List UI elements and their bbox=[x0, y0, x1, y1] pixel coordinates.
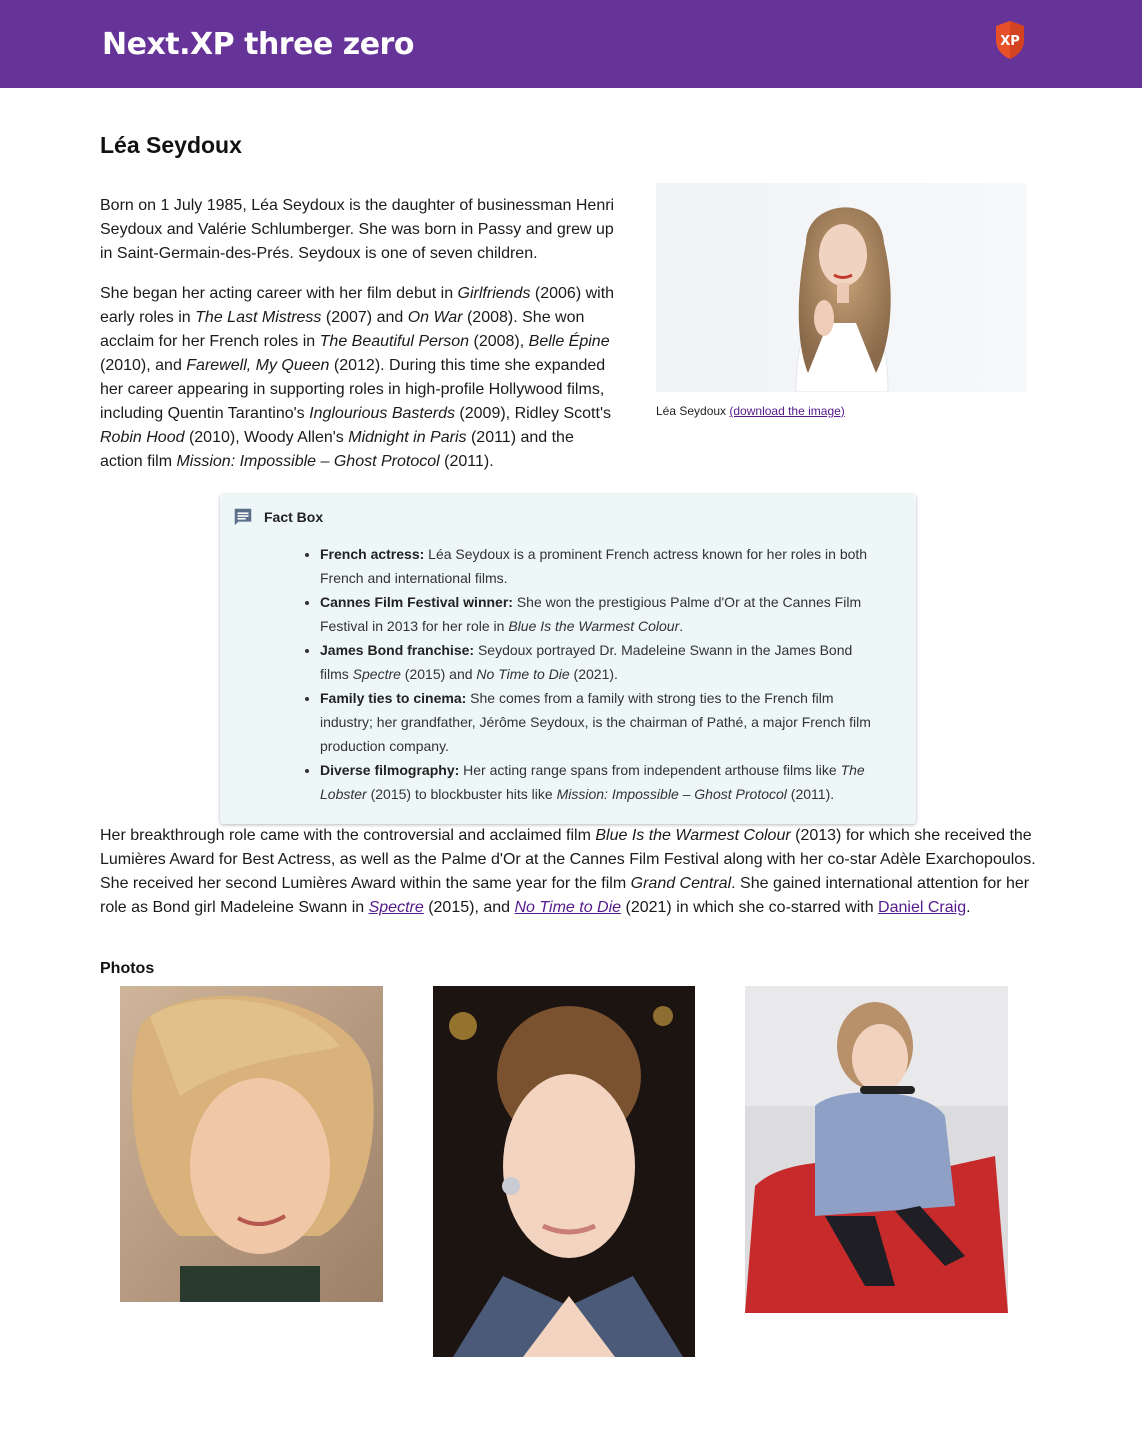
fact-box: Fact Box French actress: Léa Seydoux is … bbox=[220, 494, 916, 824]
fact-item: French actress: Léa Seydoux is a promine… bbox=[320, 542, 876, 590]
film-title: The Beautiful Person bbox=[319, 333, 470, 350]
film-title: Mission: Impossible – Ghost Protocol bbox=[556, 786, 787, 802]
text: (2011). bbox=[439, 453, 494, 470]
gallery-photo[interactable] bbox=[433, 986, 695, 1357]
page-title: Léa Seydoux bbox=[100, 132, 242, 158]
film-title: Blue Is the Warmest Colour bbox=[595, 827, 791, 844]
text: Her breakthrough role came with the cont… bbox=[100, 827, 596, 844]
fact-text: . bbox=[679, 618, 684, 634]
text: (2010), and bbox=[100, 357, 187, 374]
comment-icon bbox=[234, 508, 252, 526]
film-title: Inglourious Basterds bbox=[309, 405, 455, 422]
portrait-figure: Léa Seydoux (download the image) bbox=[656, 183, 1028, 418]
text: (2007) and bbox=[321, 309, 408, 326]
film-title: Blue Is the Warmest Colour bbox=[508, 618, 680, 634]
site-title[interactable]: Next.XP three zero bbox=[102, 27, 414, 62]
text: (2008), bbox=[469, 333, 529, 350]
fact-item: Diverse filmography: Her acting range sp… bbox=[320, 758, 876, 806]
gallery-photo[interactable] bbox=[745, 986, 1008, 1313]
caption-name: Léa Seydoux bbox=[656, 404, 730, 418]
fact-text: (2015) to blockbuster hits like bbox=[366, 786, 557, 802]
fact-item: Family ties to cinema: She comes from a … bbox=[320, 686, 876, 758]
text: (2009), Ridley Scott's bbox=[454, 405, 611, 422]
film-title: Farewell, My Queen bbox=[186, 357, 330, 374]
fact-box-title: Fact Box bbox=[264, 509, 324, 525]
film-title: Girlfriends bbox=[457, 285, 531, 302]
fact-text: Her acting range spans from independent … bbox=[459, 762, 841, 778]
photos-heading: Photos bbox=[100, 960, 155, 977]
no-time-to-die-link-text: No Time to Die bbox=[514, 899, 622, 916]
film-title: Belle Épine bbox=[528, 333, 610, 350]
fact-text: (2015) and bbox=[400, 666, 477, 682]
fact-label: French actress: bbox=[320, 546, 425, 562]
text: (2021) in which she co-starred with bbox=[621, 899, 879, 916]
fact-list: French actress: Léa Seydoux is a promine… bbox=[232, 542, 876, 806]
fact-label: Diverse filmography: bbox=[320, 762, 460, 778]
photo-gallery bbox=[100, 986, 1042, 1406]
site-header: Next.XP three zero XP bbox=[0, 0, 1142, 88]
no-time-to-die-link[interactable]: No Time to Die bbox=[514, 899, 621, 916]
fact-item: Cannes Film Festival winner: She won the… bbox=[320, 590, 876, 638]
film-title: The Last Mistress bbox=[195, 309, 322, 326]
fact-item: James Bond franchise: Seydoux portrayed … bbox=[320, 638, 876, 686]
intro-section: Léa Seydoux (download the image) Born on… bbox=[100, 183, 1042, 490]
film-title: Mission: Impossible – Ghost Protocol bbox=[176, 453, 440, 470]
xp-logo-icon[interactable]: XP bbox=[994, 20, 1026, 60]
film-title: Spectre bbox=[352, 666, 401, 682]
text: (2015), and bbox=[423, 899, 515, 916]
article: Léa Seydoux Léa Seydoux (download the im… bbox=[0, 132, 1142, 1406]
text: (2010), Woody Allen's bbox=[184, 429, 349, 446]
logo-text: XP bbox=[1000, 34, 1020, 49]
spectre-link-text: Spectre bbox=[368, 899, 424, 916]
figure-caption: Léa Seydoux (download the image) bbox=[656, 404, 1028, 418]
text: She began her acting career with her fil… bbox=[100, 285, 458, 302]
film-title: No Time to Die bbox=[476, 666, 570, 682]
film-title: Midnight in Paris bbox=[348, 429, 467, 446]
film-title: On War bbox=[407, 309, 463, 326]
text: . bbox=[966, 899, 971, 916]
fact-label: Family ties to cinema: bbox=[320, 690, 467, 706]
gallery-photo[interactable] bbox=[120, 986, 383, 1302]
breakthrough-paragraph: Her breakthrough role came with the cont… bbox=[100, 824, 1042, 920]
daniel-craig-link[interactable]: Daniel Craig bbox=[878, 899, 966, 916]
fact-label: James Bond franchise: bbox=[320, 642, 475, 658]
portrait-photo bbox=[656, 183, 1027, 392]
fact-box-header: Fact Box bbox=[232, 506, 876, 528]
download-image-link[interactable]: (download the image) bbox=[729, 404, 844, 418]
fact-label: Cannes Film Festival winner: bbox=[320, 594, 513, 610]
film-title: Grand Central bbox=[630, 875, 732, 892]
fact-text: (2011). bbox=[786, 786, 835, 802]
spectre-link[interactable]: Spectre bbox=[369, 899, 424, 916]
fact-text: (2021). bbox=[569, 666, 618, 682]
film-title: Robin Hood bbox=[100, 429, 185, 446]
